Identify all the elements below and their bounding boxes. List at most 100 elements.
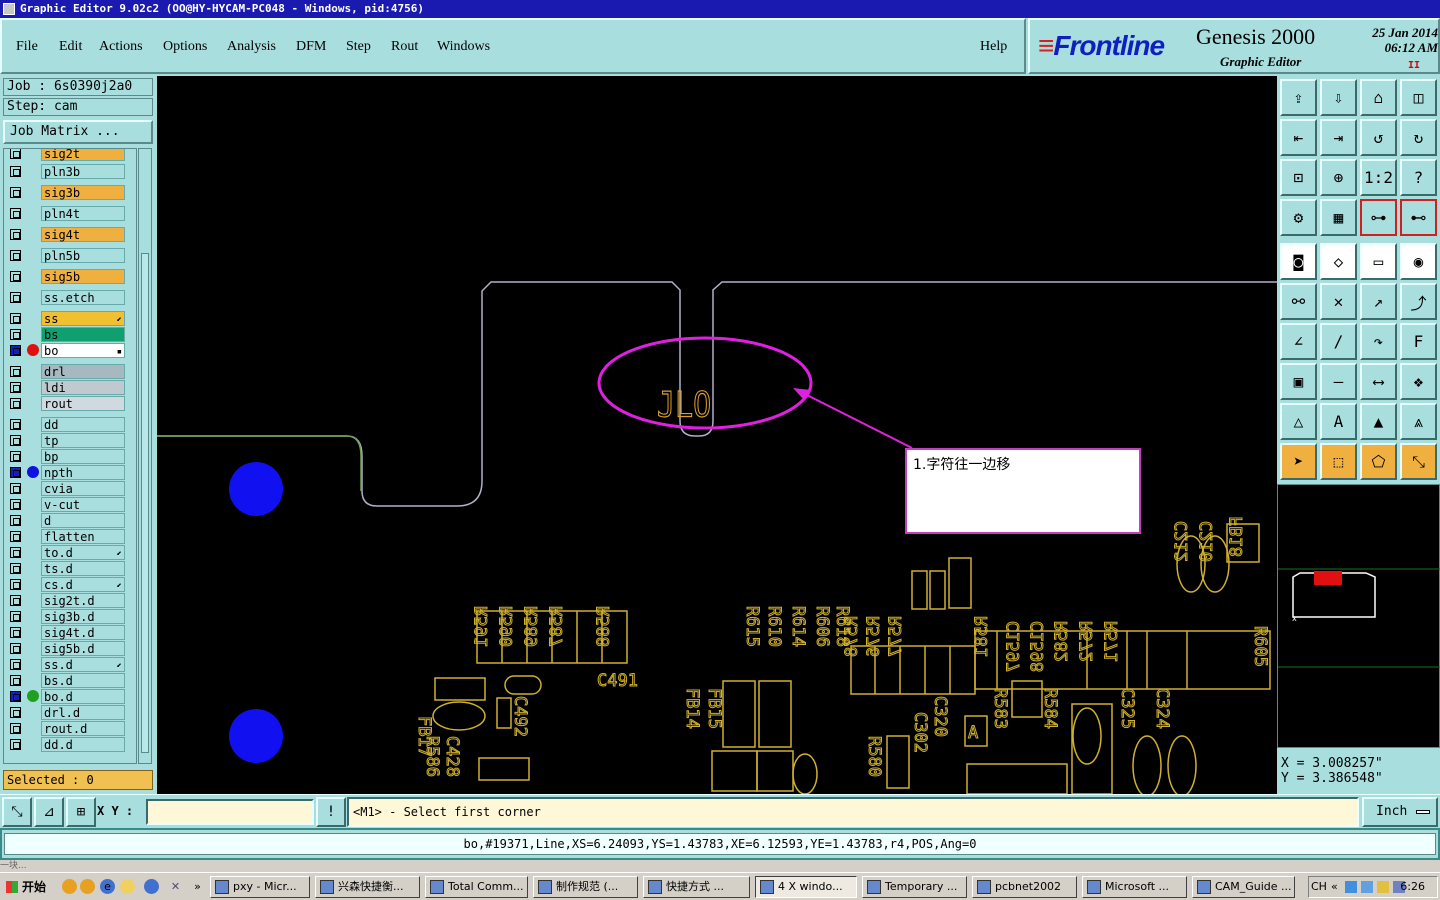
layer-row[interactable]: bo ▪ xyxy=(4,342,136,358)
layer-row[interactable]: cs.d ⬋ xyxy=(4,576,136,592)
redo-icon[interactable]: ↻ xyxy=(1400,119,1437,156)
connect-icon[interactable]: ⚯ xyxy=(1280,283,1317,320)
layer-row[interactable]: rout xyxy=(4,395,136,411)
layer-checkbox[interactable] xyxy=(10,547,21,558)
window-layout-icon[interactable]: ◫ xyxy=(1400,79,1437,116)
zoom-center-icon[interactable]: ⊕ xyxy=(1320,159,1357,196)
layer-checkbox[interactable] xyxy=(10,398,21,409)
layer-name[interactable]: rout xyxy=(41,396,125,411)
horizontal-line-icon[interactable]: ― xyxy=(1320,363,1357,400)
layer-checkbox[interactable] xyxy=(10,579,21,590)
grid-icon[interactable]: ▦ xyxy=(1320,199,1357,236)
clock-icon[interactable] xyxy=(120,879,135,894)
layer-name[interactable]: pln4t xyxy=(41,206,125,221)
overview-minimap[interactable]: x xyxy=(1277,484,1440,748)
layer-row[interactable]: dd xyxy=(4,416,136,432)
layer-checkbox[interactable] xyxy=(10,166,21,177)
layer-name[interactable]: sig2t xyxy=(41,149,125,161)
taskbar-task[interactable]: 制作规范 (... xyxy=(533,876,638,898)
layer-row[interactable]: d xyxy=(4,512,136,528)
scrollbar-thumb[interactable] xyxy=(141,253,149,753)
shapes-icon[interactable]: ❖ xyxy=(1400,363,1437,400)
pad-mode-icon[interactable]: ◉ xyxy=(1400,243,1437,280)
menu-file[interactable]: File xyxy=(16,39,38,55)
select-pointer-icon[interactable]: ➤ xyxy=(1280,443,1317,480)
layer-checkbox[interactable] xyxy=(10,366,21,377)
line-add-icon[interactable]: ↗ xyxy=(1360,283,1397,320)
layer-checkbox[interactable] xyxy=(10,739,21,750)
layer-checkbox[interactable] xyxy=(10,483,21,494)
xy-input[interactable] xyxy=(146,799,314,825)
menu-rout[interactable]: Rout xyxy=(391,39,418,55)
layer-checkbox[interactable] xyxy=(10,611,21,622)
tray-icon-1[interactable] xyxy=(1345,881,1357,893)
layer-checkbox[interactable] xyxy=(10,271,21,282)
layer-row[interactable]: ss ⬋ xyxy=(4,310,136,326)
quicklaunch-icon-2[interactable] xyxy=(80,879,95,894)
import-icon[interactable]: ⇤ xyxy=(1280,119,1317,156)
layer-name[interactable]: pln3b xyxy=(41,164,125,179)
zoom-fit-icon[interactable]: ⊡ xyxy=(1280,159,1317,196)
xwin-icon[interactable]: ✕ xyxy=(168,879,183,894)
layer-row[interactable]: sig5b xyxy=(4,268,136,284)
layer-name[interactable]: bs xyxy=(41,327,125,342)
layer-row[interactable]: cvia xyxy=(4,480,136,496)
layer-row[interactable]: flatten xyxy=(4,528,136,544)
layer-name[interactable]: cvia xyxy=(41,481,125,496)
layer-checkbox[interactable] xyxy=(10,149,21,159)
undo-icon[interactable]: ↺ xyxy=(1360,119,1397,156)
triangle-a-icon[interactable]: A xyxy=(1320,403,1357,440)
cross-icon[interactable]: ✕ xyxy=(1320,283,1357,320)
layer-checkbox[interactable] xyxy=(10,563,21,574)
layer-checkbox[interactable] xyxy=(10,229,21,240)
taskbar-task[interactable]: 4 X windo... xyxy=(755,876,857,898)
arc-add-icon[interactable]: ⤴ xyxy=(1400,283,1437,320)
layer-name[interactable]: ss ⬋ xyxy=(41,311,125,326)
layer-row[interactable]: sig2t.d xyxy=(4,592,136,608)
zoom-1to2-icon[interactable]: 1:2 xyxy=(1360,159,1397,196)
layer-checkbox[interactable] xyxy=(10,187,21,198)
layer-row[interactable]: rout.d xyxy=(4,720,136,736)
help-icon[interactable]: ? xyxy=(1400,159,1437,196)
layer-checkbox[interactable] xyxy=(10,208,21,219)
layer-row[interactable]: drl.d xyxy=(4,704,136,720)
layer-row[interactable]: sig4t.d xyxy=(4,624,136,640)
layer-checkbox[interactable] xyxy=(10,595,21,606)
quicklaunch-icon-1[interactable] xyxy=(62,879,77,894)
layer-name[interactable]: ss.d ⬋ xyxy=(41,657,125,672)
layer-scrollbar[interactable] xyxy=(138,148,152,764)
layer-row[interactable]: ldi xyxy=(4,379,136,395)
layer-checkbox[interactable] xyxy=(10,531,21,542)
layer-checkbox[interactable] xyxy=(10,292,21,303)
measure-angle-icon[interactable]: ⊿ xyxy=(34,797,64,827)
layer-name[interactable]: sig3b.d xyxy=(41,609,125,624)
menu-step[interactable]: Step xyxy=(346,39,371,55)
alert-icon[interactable]: ! xyxy=(316,797,346,827)
grid-toggle-icon[interactable]: ⊞ xyxy=(66,797,96,827)
layer-checkbox[interactable] xyxy=(10,707,21,718)
layer-name[interactable]: bp xyxy=(41,449,125,464)
measure-icon[interactable]: ⟷ xyxy=(1360,363,1397,400)
display-settings-icon[interactable]: ⚙ xyxy=(1280,199,1317,236)
taskbar-task[interactable]: Total Comm... xyxy=(425,876,528,898)
menu-edit[interactable]: Edit xyxy=(59,39,82,55)
layer-row[interactable]: pln4t xyxy=(4,205,136,221)
layer-name[interactable]: drl xyxy=(41,364,125,379)
save-icon[interactable]: ⇩ xyxy=(1320,79,1357,116)
unit-selector[interactable]: Inch xyxy=(1362,797,1438,827)
home-icon[interactable]: ⌂ xyxy=(1360,79,1397,116)
select-box-icon[interactable]: ⬚ xyxy=(1320,443,1357,480)
layer-name[interactable]: dd.d xyxy=(41,737,125,752)
zoom-window-icon[interactable]: ⤡ xyxy=(2,797,32,827)
layer-name[interactable]: bo ▪ xyxy=(41,343,125,358)
graphic-canvas[interactable]: JLO R591 R590 R589 R587 R588 R615 R610 R… xyxy=(157,76,1277,794)
menu-help[interactable]: Help xyxy=(980,39,1007,55)
tray-icon-2[interactable] xyxy=(1361,881,1373,893)
layer-checkbox[interactable] xyxy=(10,723,21,734)
outline-mode-icon[interactable]: ◇ xyxy=(1320,243,1357,280)
layer-row[interactable]: bs xyxy=(4,326,136,342)
layer-name[interactable]: npth xyxy=(41,465,125,480)
taskbar-task[interactable]: 快捷方式 ... xyxy=(643,876,750,898)
layer-row[interactable]: sig3b.d xyxy=(4,608,136,624)
rotate-icon[interactable]: ↷ xyxy=(1360,323,1397,360)
